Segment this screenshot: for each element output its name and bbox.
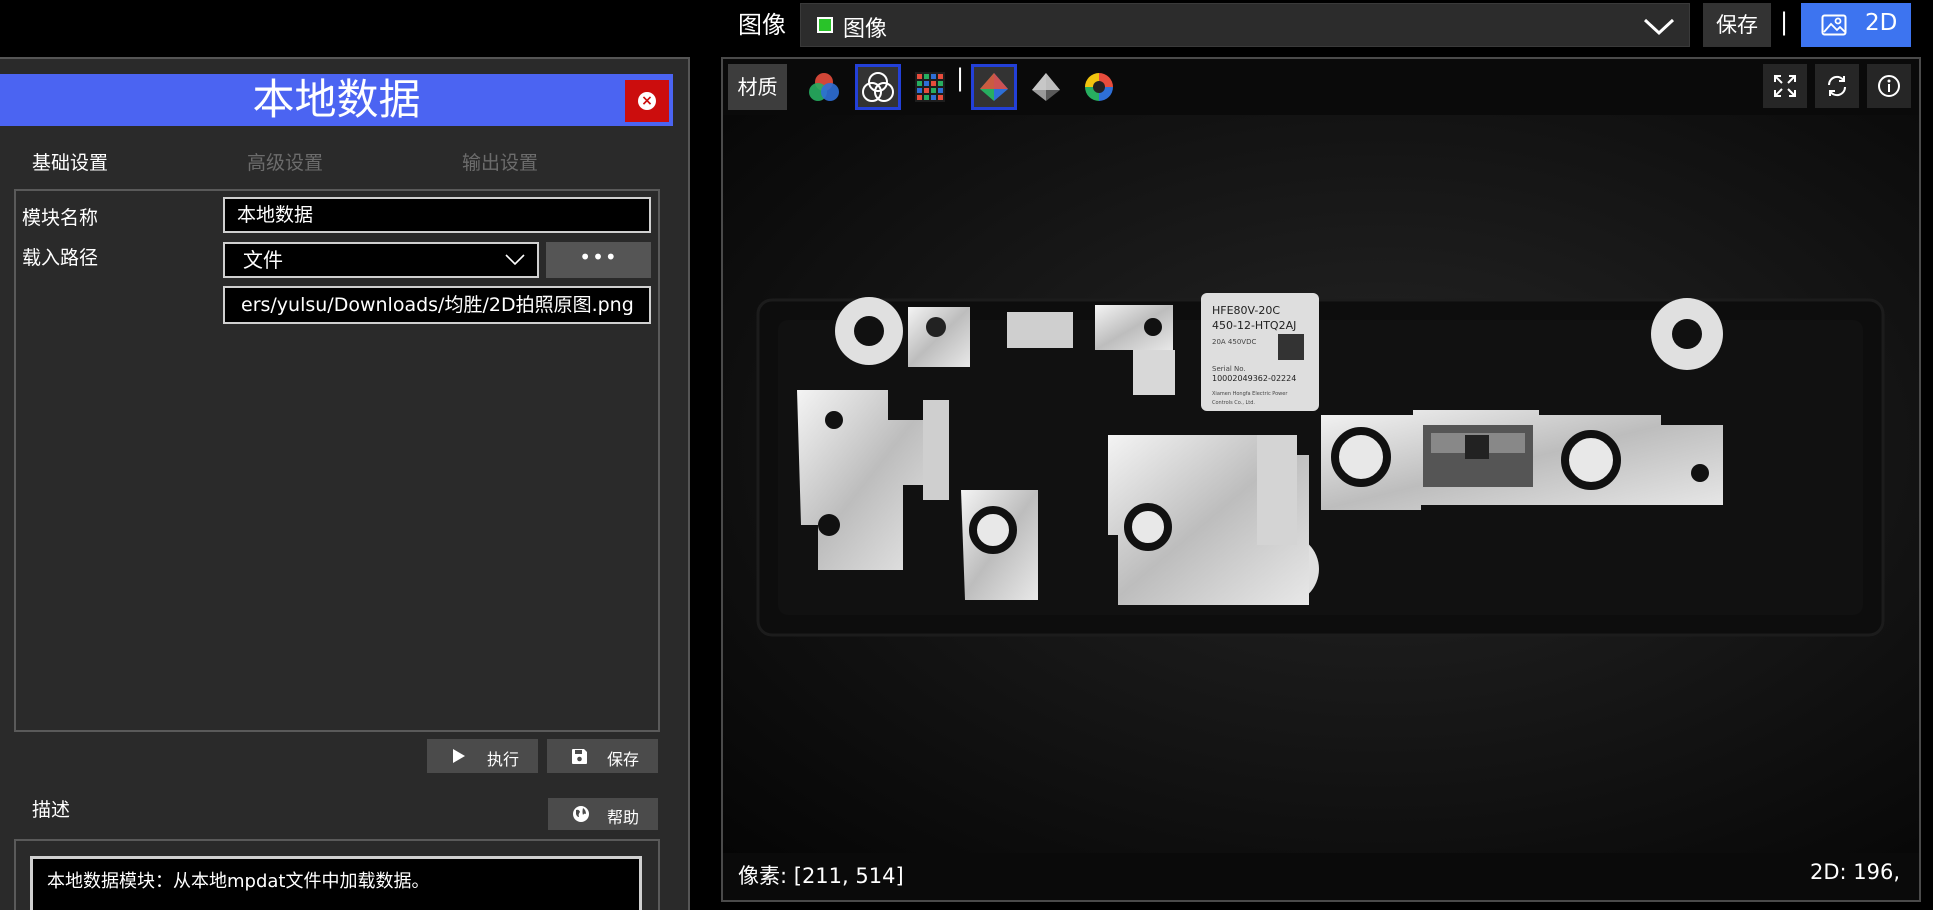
relay-label-line-3: 20A 450VDC <box>1212 338 1256 346</box>
color-wheel-icon <box>1085 73 1113 101</box>
tab-basic-settings[interactable]: 基础设置 <box>32 148 108 175</box>
gray-pyramid-icon <box>1032 73 1060 101</box>
tool-color-pyramid[interactable] <box>971 64 1017 110</box>
captured-part-image: HFE80V-20C 450-12-HTQ2AJ 20A 450VDC Seri… <box>756 293 1885 637</box>
tool-mono-channels[interactable] <box>855 64 901 110</box>
save-label: 保存 <box>607 750 640 769</box>
coordinate-readout: 2D: 196, <box>1810 860 1901 884</box>
chevron-down-icon <box>505 254 525 266</box>
tool-rgb-channels[interactable] <box>801 64 847 110</box>
relay-label-line-1: HFE80V-20C <box>1212 304 1280 317</box>
relay-label-line-7: Controls Co., Ltd. <box>1212 400 1255 406</box>
help-button[interactable]: 帮助 <box>548 798 658 830</box>
info-icon <box>1878 75 1900 97</box>
mode-2d-label: 2D <box>1865 10 1898 36</box>
color-grid-icon <box>915 72 945 102</box>
path-type-value: 文件 <box>243 248 283 272</box>
mono-channels-icon <box>862 72 894 102</box>
panel-title: 本地数据 <box>252 75 421 124</box>
image-icon <box>1821 14 1847 36</box>
info-button[interactable] <box>1867 64 1911 108</box>
image-source-select[interactable]: 图像 <box>800 3 1690 47</box>
browse-button[interactable]: ••• <box>546 242 651 278</box>
rgb-channels-icon <box>809 73 839 101</box>
color-pyramid-icon <box>980 73 1008 101</box>
toolbar-separator: | <box>1780 8 1789 36</box>
image-source-value: 图像 <box>843 17 888 42</box>
description-text: 本地数据模块：从本地mpdat文件中加载数据。 <box>30 856 642 910</box>
refresh-icon <box>1827 75 1847 97</box>
tab-output-settings[interactable]: 输出设置 <box>462 148 538 175</box>
play-icon <box>453 749 465 763</box>
image-canvas[interactable]: HFE80V-20C 450-12-HTQ2AJ 20A 450VDC Seri… <box>723 115 1919 853</box>
close-button[interactable]: × <box>625 80 669 122</box>
tab-advanced-settings[interactable]: 高级设置 <box>247 148 323 175</box>
fullscreen-icon <box>1774 75 1796 97</box>
material-button[interactable]: 材质 <box>728 64 787 110</box>
fullscreen-button[interactable] <box>1763 64 1807 108</box>
save-button[interactable]: 保存 <box>547 739 658 773</box>
tool-gray-pyramid[interactable] <box>1023 64 1069 110</box>
close-icon: × <box>638 92 656 110</box>
save-icon <box>572 749 587 764</box>
load-path-label: 载入路径 <box>22 247 99 269</box>
file-path-input[interactable]: ers/yulsu/Downloads/均胜/2D拍照原图.png <box>223 286 651 324</box>
image-label: 图像 <box>738 11 786 39</box>
chevron-down-icon <box>1643 18 1675 36</box>
relay-label-line-6: Xiamen Hongfa Electric Power <box>1212 391 1288 397</box>
module-name-label: 模块名称 <box>22 207 99 229</box>
module-name-input[interactable]: 本地数据 <box>223 197 651 233</box>
help-label: 帮助 <box>607 808 640 827</box>
run-button[interactable]: 执行 <box>427 739 538 773</box>
description-label: 描述 <box>32 799 71 821</box>
relay-label-line-5: 10002049362-02224 <box>1212 374 1296 383</box>
green-square-icon <box>817 17 833 33</box>
relay-label-line-2: 450-12-HTQ2AJ <box>1212 319 1296 332</box>
tool-color-wheel[interactable] <box>1076 64 1122 110</box>
tool-separator: | <box>956 64 965 92</box>
top-save-button[interactable]: 保存 <box>1703 3 1771 47</box>
path-type-select[interactable]: 文件 <box>223 242 539 278</box>
mode-2d-button[interactable]: 2D <box>1801 3 1911 47</box>
run-label: 执行 <box>487 750 520 769</box>
pixel-readout: 像素: [211, 514] <box>738 864 904 888</box>
globe-icon <box>573 806 589 822</box>
relay-label-line-4: Serial No. <box>1212 365 1246 373</box>
tool-color-grid[interactable] <box>907 64 953 110</box>
refresh-button[interactable] <box>1815 64 1859 108</box>
